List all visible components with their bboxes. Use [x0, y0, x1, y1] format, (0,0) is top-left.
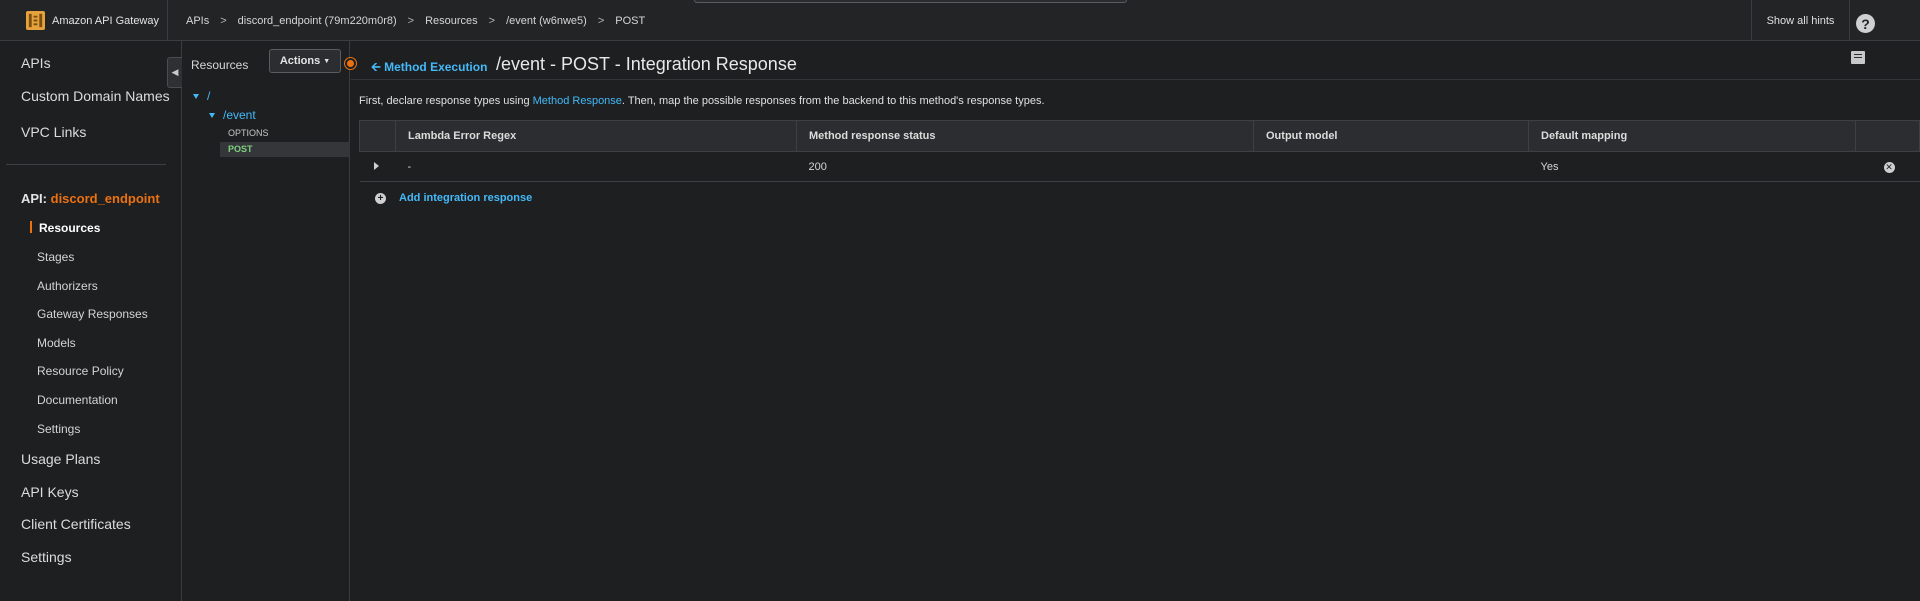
plus-circle-icon: + — [375, 192, 386, 204]
api-name[interactable]: discord_endpoint — [51, 191, 160, 206]
cell-method-response-status: 200 — [796, 151, 1254, 182]
brand-name: Amazon API Gateway — [52, 14, 159, 27]
delete-icon[interactable]: ✕ — [1883, 161, 1895, 173]
left-sidebar: APIs Custom Domain Names VPC Links API: … — [0, 41, 182, 601]
caret-right-icon[interactable] — [373, 161, 379, 170]
sidebar-divider — [6, 164, 166, 165]
help-icon[interactable]: ? — [1856, 14, 1875, 33]
column-header-lambda-error-regex: Lambda Error Regex — [395, 120, 797, 152]
breadcrumb-separator: > — [407, 14, 415, 27]
resources-title: Resources — [191, 58, 249, 72]
main-content: 🡨 Method Execution /event - POST - Integ… — [351, 41, 1920, 601]
sidebar-item-client-certificates[interactable]: Client Certificates — [21, 516, 131, 532]
sidebar-item-custom-domain-names[interactable]: Custom Domain Names — [21, 88, 170, 104]
active-indicator — [30, 221, 32, 233]
intro-text-start: First, declare response types using — [359, 95, 533, 107]
header-divider — [351, 79, 1920, 80]
cell-default-mapping: Yes — [1528, 151, 1856, 182]
breadcrumb-api[interactable]: discord_endpoint (79m220m0r8) — [238, 15, 397, 27]
breadcrumb-separator: > — [597, 14, 605, 27]
sidebar-item-authorizers[interactable]: Authorizers — [37, 279, 98, 293]
sidebar-item-models[interactable]: Models — [37, 336, 76, 350]
back-label: Method Execution — [384, 60, 488, 74]
row-actions: ✕ — [1855, 151, 1920, 182]
breadcrumb-resource[interactable]: /event (w6nwe5) — [506, 15, 587, 27]
breadcrumb-separator: > — [220, 14, 227, 27]
sidebar-item-vpc-links[interactable]: VPC Links — [21, 124, 86, 140]
intro-text: First, declare response types using Meth… — [359, 95, 1045, 107]
actions-header — [1855, 120, 1920, 152]
expand-root-icon[interactable] — [193, 94, 199, 99]
tree-method-post[interactable]: POST — [228, 144, 253, 154]
integration-response-table: Lambda Error Regex Method response statu… — [359, 120, 1920, 182]
sidebar-item-api-settings[interactable]: Settings — [37, 422, 80, 436]
sidebar-item-apis[interactable]: APIs — [21, 55, 51, 71]
collapse-sidebar-icon[interactable]: ◀ — [167, 57, 182, 88]
expander-header — [359, 120, 396, 152]
show-all-hints-button[interactable]: Show all hints — [1751, 0, 1850, 41]
tree-node-root[interactable]: / — [207, 89, 210, 103]
sidebar-item-settings[interactable]: Settings — [21, 549, 72, 565]
table-header-row: Lambda Error Regex Method response statu… — [359, 120, 1920, 152]
sidebar-item-resource-policy[interactable]: Resource Policy — [37, 364, 124, 378]
api-label: API: discord_endpoint — [21, 191, 160, 206]
documentation-book-icon[interactable] — [1851, 51, 1865, 64]
resources-panel: Resources Actions ▼ / /event OPTIONS POS… — [182, 41, 350, 601]
actions-label: Actions — [279, 55, 321, 67]
sidebar-item-stages[interactable]: Stages — [37, 250, 74, 264]
method-response-link[interactable]: Method Response — [533, 95, 622, 107]
top-bar: Amazon API Gateway APIs > discord_endpoi… — [0, 0, 1920, 41]
sidebar-item-gateway-responses[interactable]: Gateway Responses — [37, 307, 148, 321]
chevron-down-icon: ▼ — [323, 57, 331, 65]
arrow-left-icon: 🡨 — [371, 60, 381, 74]
add-integration-response-label: Add integration response — [399, 192, 533, 204]
tree-node-event[interactable]: /event — [223, 108, 256, 122]
api-gateway-logo-icon — [26, 11, 45, 30]
tree-method-options[interactable]: OPTIONS — [228, 128, 269, 138]
breadcrumb-apis[interactable]: APIs — [186, 15, 209, 27]
method-execution-link[interactable]: 🡨 Method Execution — [371, 58, 487, 79]
row-expander[interactable] — [359, 151, 396, 182]
cell-lambda-error-regex: - — [395, 151, 797, 182]
breadcrumb-method[interactable]: POST — [615, 15, 645, 27]
column-header-output-model: Output model — [1253, 120, 1529, 152]
sidebar-item-documentation[interactable]: Documentation — [37, 393, 118, 407]
breadcrumb: APIs > discord_endpoint (79m220m0r8) > R… — [186, 0, 645, 41]
sidebar-item-resources[interactable]: Resources — [39, 221, 100, 235]
table-row[interactable]: - 200 Yes ✕ — [359, 151, 1920, 182]
sidebar-item-usage-plans[interactable]: Usage Plans — [21, 451, 100, 467]
expand-event-icon[interactable] — [209, 113, 215, 118]
search-box[interactable] — [694, 0, 1127, 3]
column-header-method-response-status: Method response status — [796, 120, 1254, 152]
sidebar-item-api-keys[interactable]: API Keys — [21, 484, 79, 500]
column-header-default-mapping: Default mapping — [1528, 120, 1856, 152]
brand[interactable]: Amazon API Gateway — [0, 0, 168, 41]
breadcrumb-separator: > — [488, 14, 496, 27]
intro-text-end: . Then, map the possible responses from … — [621, 95, 1045, 107]
cell-output-model — [1253, 151, 1529, 182]
actions-dropdown[interactable]: Actions ▼ — [269, 49, 341, 73]
page-title: /event - POST - Integration Response — [496, 54, 797, 74]
api-prefix: API: — [21, 191, 47, 206]
breadcrumb-resources[interactable]: Resources — [425, 15, 478, 27]
add-integration-response-button[interactable]: + Add integration response — [375, 192, 532, 204]
